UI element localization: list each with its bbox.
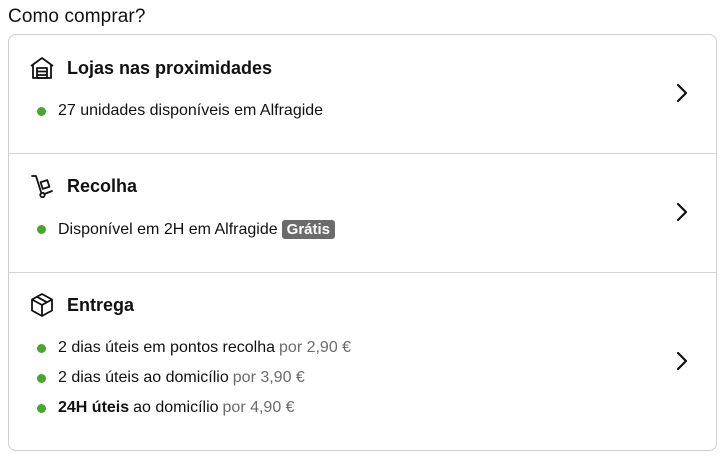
delivery-text: 2 dias úteis ao domicílio xyxy=(58,369,229,386)
delivery-speed: 24H úteis xyxy=(58,399,130,416)
option-title: Lojas nas proximidades xyxy=(67,57,273,78)
delivery-line: 2 dias úteis em pontos recolha por 2,90 … xyxy=(37,339,351,357)
page-title: Como comprar? xyxy=(8,6,146,27)
package-icon xyxy=(29,292,55,318)
chevron-right-icon[interactable] xyxy=(674,350,690,372)
free-badge: Grátis xyxy=(281,220,336,239)
option-title: Recolha xyxy=(67,175,138,196)
hand-truck-icon xyxy=(29,173,55,199)
availability-dot xyxy=(37,403,46,413)
availability-dot xyxy=(37,373,46,383)
availability-text: Disponível em 2H em Alfragide xyxy=(58,220,278,238)
delivery-line: 24H úteis ao domicílio por 4,90 € xyxy=(37,399,295,417)
availability-line: 27 unidades disponíveis em Alfragide xyxy=(37,102,323,120)
option-header: Recolha xyxy=(29,173,137,199)
availability-line: Disponível em 2H em Alfragide Grátis xyxy=(37,220,336,239)
chevron-right-icon[interactable] xyxy=(674,82,690,104)
availability-dot xyxy=(37,343,46,353)
delivery-price: por 4,90 € xyxy=(222,399,295,416)
availability-dot xyxy=(37,225,46,234)
delivery-text: 2 dias úteis em pontos recolha xyxy=(58,339,276,356)
delivery-price: por 2,90 € xyxy=(279,339,352,356)
availability-text: 27 unidades disponíveis em Alfragide xyxy=(58,102,324,119)
store-icon xyxy=(29,55,55,81)
option-header: Entrega xyxy=(29,292,134,318)
option-nearby-stores[interactable]: Lojas nas proximidades 27 unidades dispo… xyxy=(9,35,716,154)
chevron-right-icon[interactable] xyxy=(674,201,690,223)
delivery-line: 2 dias úteis ao domicílio por 3,90 € xyxy=(37,369,305,387)
availability-dot xyxy=(37,106,46,116)
option-pickup[interactable]: Recolha Disponível em 2H em Alfragide Gr… xyxy=(9,153,716,273)
option-delivery[interactable]: Entrega 2 dias úteis em pontos recolha p… xyxy=(9,272,716,450)
delivery-text: ao domicílio xyxy=(133,399,219,416)
delivery-price: por 3,90 € xyxy=(232,369,305,386)
option-header: Lojas nas proximidades xyxy=(29,55,272,81)
option-title: Entrega xyxy=(67,294,135,315)
purchase-options-card: Lojas nas proximidades 27 unidades dispo… xyxy=(8,34,717,451)
